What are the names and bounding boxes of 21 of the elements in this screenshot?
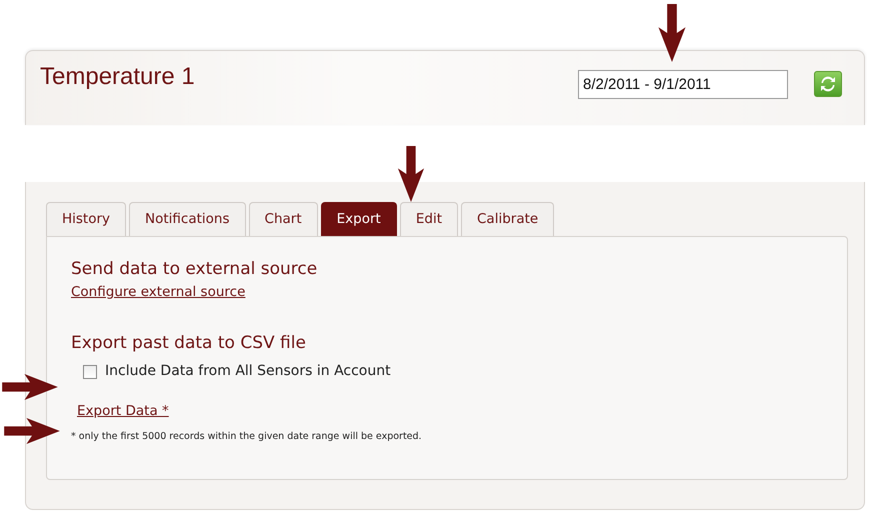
arrow-icon bbox=[2, 418, 62, 444]
tab[interactable]: Chart bbox=[248, 202, 318, 236]
tab[interactable]: Notifications bbox=[129, 202, 246, 236]
date-range-field[interactable]: 8/2/2011 - 9/1/2011 bbox=[578, 70, 788, 99]
configure-source-link[interactable]: Configure external source bbox=[71, 284, 246, 300]
footnote: * only the first 5000 records within the given date range will be exported. bbox=[71, 430, 423, 444]
section-heading: Send data to external source bbox=[71, 258, 318, 279]
refresh-icon bbox=[820, 76, 836, 92]
arrow-icon bbox=[397, 146, 425, 202]
arrow-icon bbox=[658, 4, 686, 62]
export-data-link[interactable]: Export Data * bbox=[77, 403, 169, 420]
checkbox[interactable] bbox=[83, 364, 97, 379]
refresh-button[interactable] bbox=[814, 71, 842, 97]
page-title: Temperature 1 bbox=[40, 63, 195, 92]
section-heading: Export past data to CSV file bbox=[71, 332, 307, 354]
checkbox-label: Include Data from All Sensors in Account bbox=[105, 362, 391, 382]
tab[interactable]: Calibrate bbox=[461, 202, 554, 236]
tab[interactable]: Export bbox=[320, 202, 397, 236]
arrow-icon bbox=[0, 374, 60, 400]
tab[interactable]: History bbox=[46, 202, 126, 236]
tab[interactable]: Edit bbox=[400, 202, 458, 236]
